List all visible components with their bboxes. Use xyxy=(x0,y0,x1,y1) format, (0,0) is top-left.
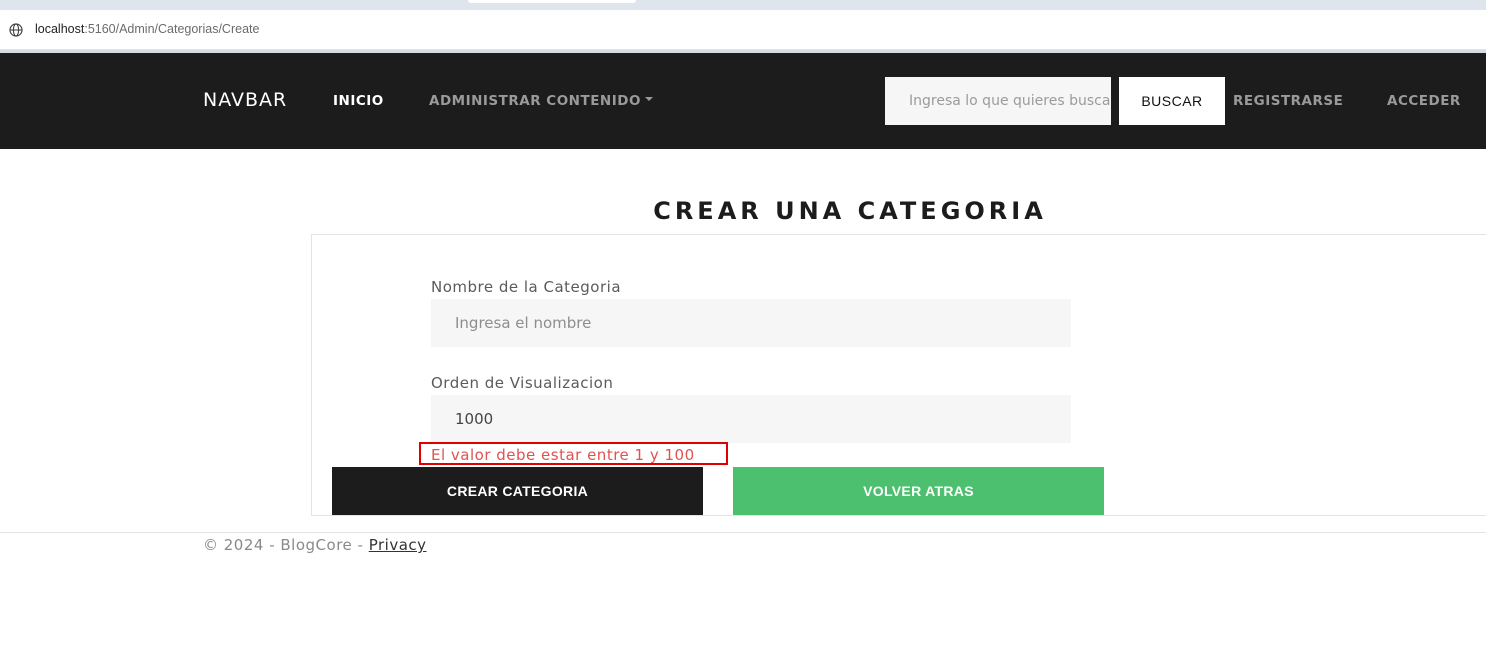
nav-dropdown-admin-label: ADMINISTRAR CONTENIDO xyxy=(429,93,641,109)
search-input[interactable] xyxy=(885,77,1111,125)
browser-tab-strip xyxy=(0,0,1486,10)
nav-link-register[interactable]: REGISTRARSE xyxy=(1233,93,1343,109)
globe-icon xyxy=(9,23,23,37)
category-name-input[interactable] xyxy=(431,299,1071,347)
footer: © 2024 - BlogCore - Privacy xyxy=(203,536,427,554)
order-label: Orden de Visualizacion xyxy=(431,374,614,392)
display-order-input[interactable] xyxy=(431,395,1071,443)
back-button[interactable]: VOLVER ATRAS xyxy=(733,467,1104,515)
caret-down-icon xyxy=(644,97,653,101)
navbar: NAVBAR INICIO ADMINISTRAR CONTENIDO BUSC… xyxy=(0,53,1486,149)
url-path: :5160/Admin/Categorias/Create xyxy=(84,22,260,36)
active-tab[interactable] xyxy=(468,0,636,3)
footer-copyright: © 2024 - BlogCore - xyxy=(203,536,369,554)
nav-dropdown-admin[interactable]: ADMINISTRAR CONTENIDO xyxy=(429,93,653,109)
search-button[interactable]: BUSCAR xyxy=(1119,77,1225,125)
navbar-brand[interactable]: NAVBAR xyxy=(203,89,287,111)
name-label: Nombre de la Categoria xyxy=(431,278,622,296)
privacy-link[interactable]: Privacy xyxy=(369,536,427,554)
url-host: localhost xyxy=(35,22,85,36)
url-text[interactable]: localhost:5160/Admin/Categorias/Create xyxy=(35,22,259,36)
page-title: CREAR UNA CATEGORIA xyxy=(653,197,1047,225)
nav-link-login[interactable]: ACCEDER xyxy=(1387,93,1461,109)
order-validation-error: El valor debe estar entre 1 y 100 xyxy=(431,446,695,464)
create-category-button[interactable]: CREAR CATEGORIA xyxy=(332,467,703,515)
footer-divider xyxy=(0,532,1486,533)
nav-link-inicio[interactable]: INICIO xyxy=(333,93,384,109)
address-bar[interactable]: localhost:5160/Admin/Categorias/Create xyxy=(0,10,1486,50)
